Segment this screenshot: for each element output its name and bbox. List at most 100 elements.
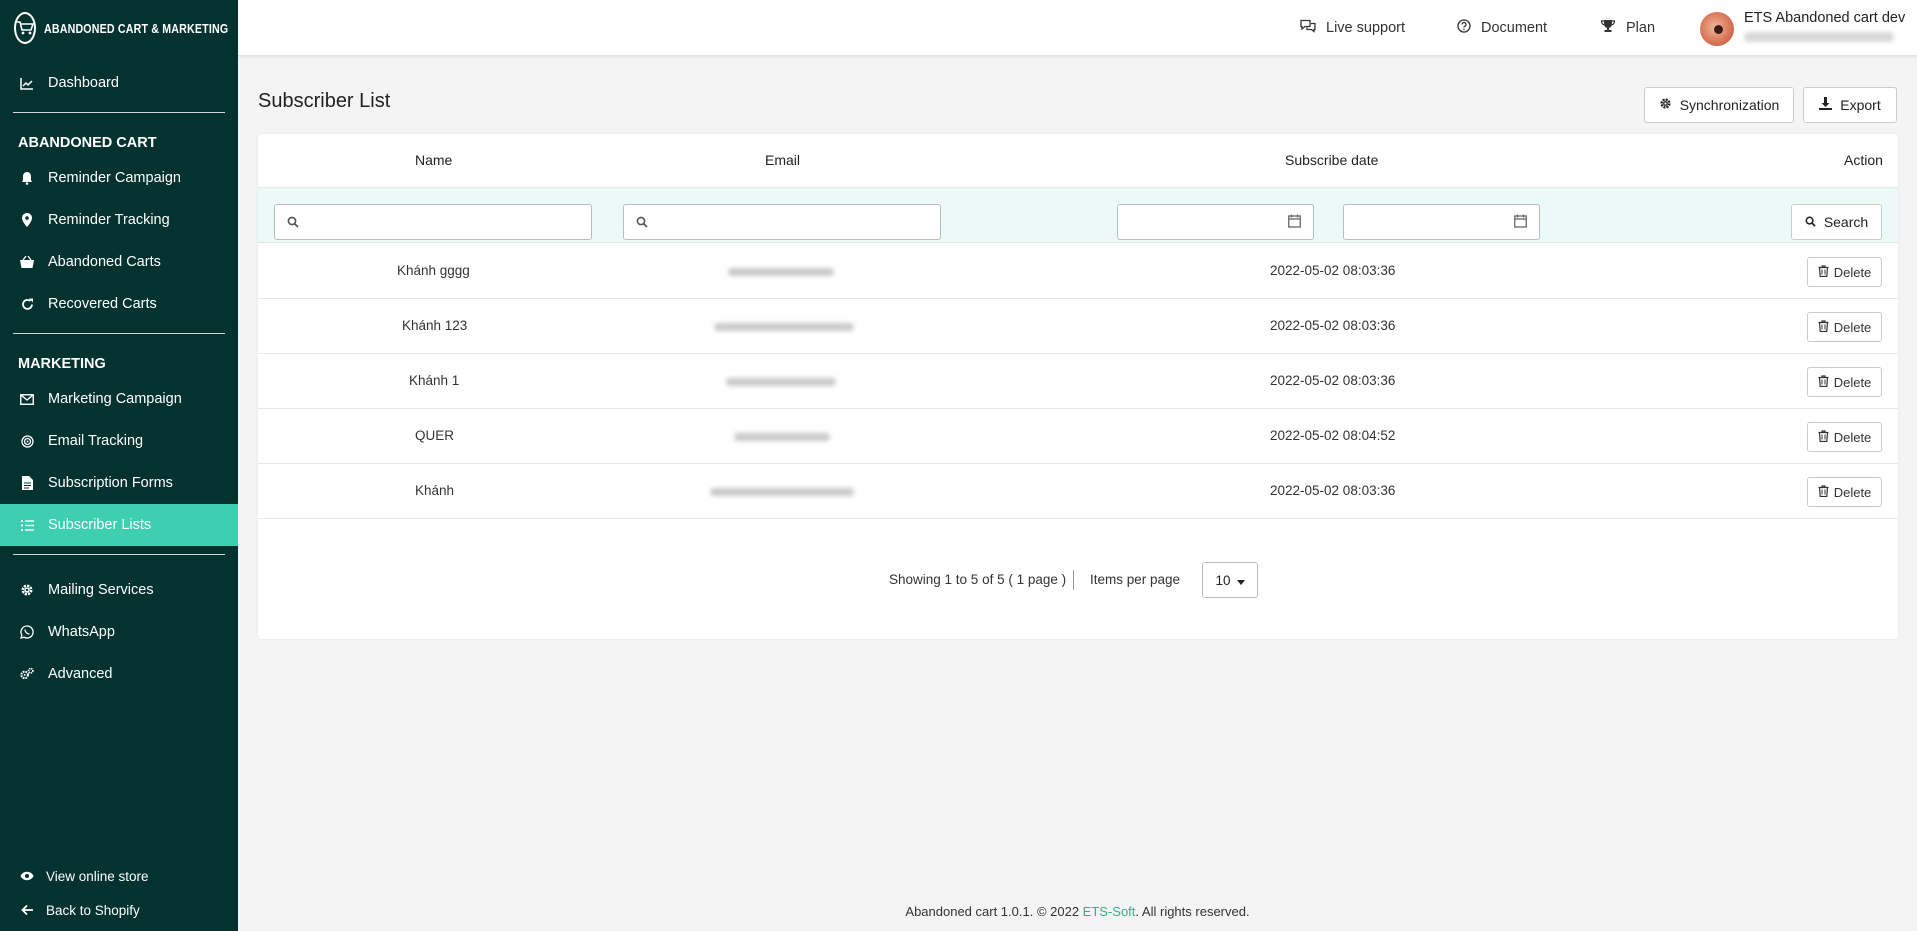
export-label: Export <box>1840 97 1881 113</box>
export-button[interactable]: Export <box>1803 87 1897 123</box>
items-per-page-label: Items per page <box>1090 572 1181 587</box>
back-to-shopify-label: Back to Shopify <box>46 902 140 918</box>
target-icon <box>20 434 34 448</box>
envelope-icon <box>20 392 34 406</box>
avatar[interactable] <box>1700 12 1734 46</box>
sidebar-item-mailing-services[interactable]: Mailing Services <box>0 569 238 611</box>
name-search-input[interactable] <box>274 204 592 240</box>
sidebar-item-dashboard[interactable]: Dashboard <box>0 62 238 104</box>
sidebar-item-label: Advanced <box>48 666 113 682</box>
subscriber-name: Khánh <box>415 483 455 498</box>
trophy-icon <box>1600 19 1616 37</box>
subscriber-name: QUER <box>415 428 455 443</box>
table-row: Khánh 123 2022-05-02 08:03:36 Delete <box>258 299 1898 354</box>
subscribe-date: 2022-05-02 08:03:36 <box>1270 263 1396 278</box>
column-header-name[interactable]: Name <box>415 152 452 168</box>
app-logo[interactable]: Abandoned Cart & Marketing <box>0 0 238 56</box>
search-button[interactable]: Search <box>1791 204 1882 240</box>
delete-label: Delete <box>1833 264 1872 280</box>
items-per-page-select[interactable]: 10 <box>1202 562 1258 598</box>
chat-icon <box>1300 19 1316 37</box>
user-email-redacted <box>1744 32 1894 42</box>
sidebar-bottom-links: View online store Back to Shopify <box>0 859 238 927</box>
sidebar: Abandoned Cart & Marketing Dashboard ABA… <box>0 0 238 931</box>
filter-row: Search <box>258 187 1898 243</box>
date-to-input[interactable] <box>1343 204 1540 240</box>
sidebar-item-abandoned-carts[interactable]: Abandoned Carts <box>0 241 238 283</box>
subscriber-email-redacted <box>728 268 834 276</box>
user-name: ETS Abandoned cart dev <box>1744 10 1906 26</box>
live-support-label: Live support <box>1326 20 1405 36</box>
document-icon <box>20 476 34 490</box>
subscriber-email-redacted <box>714 323 854 331</box>
sidebar-item-subscription-forms[interactable]: Subscription Forms <box>0 462 238 504</box>
calendar-icon <box>1288 214 1301 231</box>
question-circle-icon <box>1457 19 1471 37</box>
sidebar-divider <box>13 333 225 334</box>
live-support-link[interactable]: Live support <box>1300 0 1405 56</box>
delete-label: Delete <box>1833 319 1872 335</box>
delete-label: Delete <box>1833 429 1872 445</box>
sidebar-item-subscriber-lists[interactable]: Subscriber Lists <box>0 504 238 546</box>
footer-suffix: . All rights reserved. <box>1135 904 1250 919</box>
sidebar-item-advanced[interactable]: Advanced <box>0 653 238 695</box>
gear-icon <box>1659 97 1672 113</box>
subscribe-date: 2022-05-02 08:03:36 <box>1270 373 1396 388</box>
plan-link[interactable]: Plan <box>1600 0 1655 56</box>
delete-button[interactable]: Delete <box>1807 477 1882 507</box>
email-search-input[interactable] <box>623 204 941 240</box>
cogs-icon <box>20 667 34 681</box>
sidebar-item-label: Email Tracking <box>48 433 144 449</box>
items-per-page-value: 10 <box>1215 572 1231 588</box>
pagination-divider <box>1073 570 1074 590</box>
page-title: Subscriber List <box>258 90 391 112</box>
delete-button[interactable]: Delete <box>1807 257 1882 287</box>
trash-icon <box>1818 484 1829 500</box>
sidebar-item-label: Reminder Tracking <box>48 212 170 228</box>
trash-icon <box>1818 429 1829 445</box>
table-row: Khánh gggg 2022-05-02 08:03:36 Delete <box>258 244 1898 299</box>
sidebar-item-marketing-campaign[interactable]: Marketing Campaign <box>0 378 238 420</box>
sidebar-item-label: Abandoned Carts <box>48 254 161 270</box>
sidebar-divider <box>13 112 225 113</box>
subscriber-table-card: Name Email Subscribe date Action Search … <box>258 134 1898 639</box>
sidebar-item-reminder-campaign[interactable]: Reminder Campaign <box>0 157 238 199</box>
sidebar-item-email-tracking[interactable]: Email Tracking <box>0 420 238 462</box>
column-header-email[interactable]: Email <box>765 152 800 168</box>
delete-button[interactable]: Delete <box>1807 367 1882 397</box>
sidebar-item-reminder-tracking[interactable]: Reminder Tracking <box>0 199 238 241</box>
back-to-shopify-link[interactable]: Back to Shopify <box>0 893 238 927</box>
sidebar-item-label: Marketing Campaign <box>48 391 182 407</box>
caret-down-icon <box>1236 573 1245 588</box>
delete-button[interactable]: Delete <box>1807 422 1882 452</box>
sidebar-item-label: Reminder Campaign <box>48 170 181 186</box>
sidebar-item-whatsapp[interactable]: WhatsApp <box>0 611 238 653</box>
date-from-input[interactable] <box>1117 204 1314 240</box>
ets-soft-link[interactable]: ETS-Soft <box>1083 904 1136 919</box>
subscriber-email-redacted <box>734 433 830 441</box>
sidebar-item-label: Subscription Forms <box>48 475 173 491</box>
delete-label: Delete <box>1833 484 1872 500</box>
view-online-store-link[interactable]: View online store <box>0 859 238 893</box>
pagination-summary: Showing 1 to 5 of 5 ( 1 page ) <box>889 572 1067 587</box>
list-icon <box>20 518 34 532</box>
app-logo-text: Abandoned Cart & Marketing <box>44 20 229 36</box>
plan-label: Plan <box>1626 20 1656 36</box>
document-link[interactable]: Document <box>1457 0 1547 56</box>
footer-prefix: Abandoned cart 1.0.1. © 2022 <box>905 904 1083 919</box>
subscribe-date: 2022-05-02 08:04:52 <box>1270 428 1396 443</box>
sidebar-item-label: Subscriber Lists <box>48 517 152 533</box>
whatsapp-icon <box>20 625 34 639</box>
document-label: Document <box>1481 20 1548 36</box>
arrow-left-icon <box>20 903 34 917</box>
table-row: Khánh 2022-05-02 08:03:36 Delete <box>258 464 1898 519</box>
redo-icon <box>20 297 34 311</box>
subscriber-name: Khánh 123 <box>402 318 468 333</box>
column-header-subscribe-date[interactable]: Subscribe date <box>1285 152 1378 168</box>
search-button-label: Search <box>1823 214 1869 230</box>
synchronization-button[interactable]: Synchronization <box>1644 87 1794 123</box>
sidebar-item-recovered-carts[interactable]: Recovered Carts <box>0 283 238 325</box>
sidebar-item-label: Mailing Services <box>48 582 154 598</box>
delete-button[interactable]: Delete <box>1807 312 1882 342</box>
search-icon <box>1805 214 1816 230</box>
